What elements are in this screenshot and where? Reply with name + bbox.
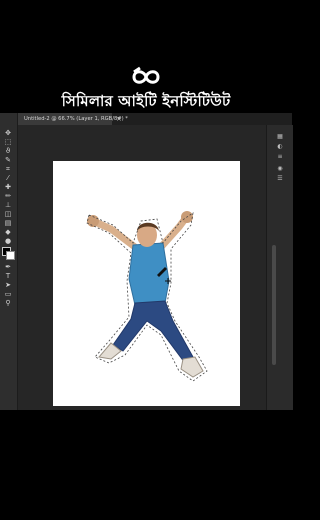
zoom-tool-icon[interactable]: ⚲ (3, 299, 13, 308)
brush-tool-icon[interactable]: ✏ (3, 192, 13, 201)
path-select-tool-icon[interactable]: ➤ (3, 281, 13, 290)
document-tab-bar: Untitled-2 @ 66.7% (Layer 1, RGB/8#) * × (18, 113, 292, 125)
properties-panel-icon[interactable]: ☰ (275, 175, 285, 183)
eraser-tool-icon[interactable]: ◫ (3, 210, 13, 219)
document-canvas[interactable] (53, 161, 240, 406)
lasso-tool-icon[interactable]: ϑ (3, 147, 13, 156)
infinity-logo (132, 66, 160, 84)
type-tool-icon[interactable]: T (3, 272, 13, 281)
brand-header: সিমিলার আইটি ইনস্টিটিউট (0, 60, 292, 116)
right-panel-strip: ▦ ◐ ≡ ◉ ☰ (266, 125, 293, 410)
blur-tool-icon[interactable]: ◆ (3, 228, 13, 237)
dodge-tool-icon[interactable]: ● (3, 237, 13, 246)
jumping-man-photo (86, 211, 208, 382)
healing-tool-icon[interactable]: ✚ (3, 183, 13, 192)
eyedropper-tool-icon[interactable]: ⁄ (3, 174, 13, 183)
bottom-area (0, 410, 292, 520)
vertical-scrollbar[interactable] (272, 245, 276, 365)
stamp-tool-icon[interactable]: ⊥ (3, 201, 13, 210)
document-tab[interactable]: Untitled-2 @ 66.7% (Layer 1, RGB/8#) * (18, 113, 128, 125)
marquee-tool-icon[interactable]: ⬚ (3, 138, 13, 147)
crop-tool-icon[interactable]: ⌗ (3, 165, 13, 174)
adjust-panel-icon[interactable]: ◐ (275, 143, 285, 151)
quick-select-tool-icon[interactable]: ✎ (3, 156, 13, 165)
photoshop-window: ✥ ⬚ ϑ ✎ ⌗ ⁄ ✚ ✏ ⊥ ◫ ▤ ◆ ● ✒ T ➤ ▭ ⚲ Untitled-2 @ 66.7% (L… (0, 113, 293, 410)
shape-tool-icon[interactable]: ▭ (3, 290, 13, 299)
layers-panel-icon[interactable]: ≡ (275, 153, 285, 161)
canvas-area[interactable] (18, 125, 266, 410)
move-tool-icon[interactable]: ✥ (3, 129, 13, 138)
background-color-swatch[interactable] (6, 251, 15, 260)
pen-tool-icon[interactable]: ✒ (3, 263, 13, 272)
close-tab-icon[interactable]: × (116, 113, 122, 125)
color-panel-icon[interactable]: ◉ (275, 165, 285, 173)
history-panel-icon[interactable]: ▦ (275, 133, 285, 141)
gradient-tool-icon[interactable]: ▤ (3, 219, 13, 228)
brand-title: সিমিলার আইটি ইনস্টিটিউট (61, 92, 231, 110)
tools-panel: ✥ ⬚ ϑ ✎ ⌗ ⁄ ✚ ✏ ⊥ ◫ ▤ ◆ ● ✒ T ➤ ▭ ⚲ (0, 113, 18, 410)
